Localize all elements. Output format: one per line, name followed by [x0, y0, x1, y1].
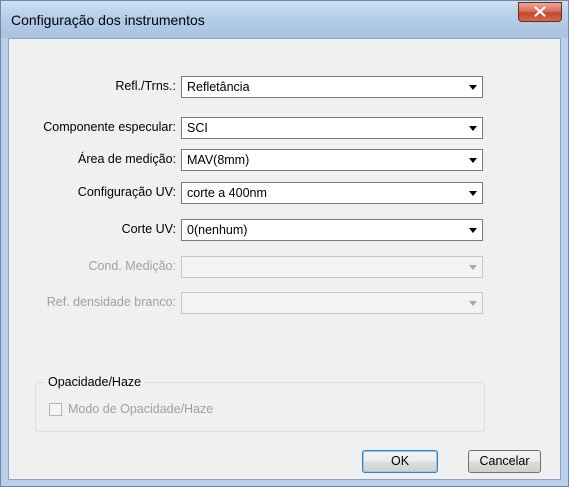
- componente-especular-select[interactable]: SCI: [181, 117, 483, 139]
- componente-especular-label: Componente especular:: [43, 120, 176, 134]
- componente-especular-value: SCI: [187, 121, 208, 135]
- ref-densidade-branco-select: [181, 292, 483, 314]
- opacidade-haze-checkbox: [49, 403, 62, 416]
- chevron-down-icon: [469, 191, 477, 196]
- refl-trns-select[interactable]: Refletância: [181, 76, 483, 98]
- title-bar[interactable]: Configuração dos instrumentos: [1, 1, 568, 38]
- opacidade-haze-checkbox-label: Modo de Opacidade/Haze: [68, 402, 214, 416]
- area-medicao-value: MAV(8mm): [187, 153, 250, 167]
- configuracao-uv-select[interactable]: corte a 400nm: [181, 182, 483, 204]
- chevron-down-icon: [469, 126, 477, 131]
- window-title: Configuração dos instrumentos: [11, 12, 205, 28]
- chevron-down-icon: [469, 158, 477, 163]
- corte-uv-select[interactable]: 0(nenhum): [181, 219, 483, 241]
- area-medicao-label: Área de medição:: [78, 152, 176, 166]
- dialog-body: Refl./Trns.: Refletância Componente espe…: [8, 38, 561, 480]
- ok-button[interactable]: OK: [362, 450, 438, 473]
- configuracao-uv-value: corte a 400nm: [187, 186, 267, 200]
- cond-medicao-label: Cond. Medição:: [88, 259, 176, 273]
- cond-medicao-select: [181, 256, 483, 278]
- corte-uv-value: 0(nenhum): [187, 223, 248, 237]
- close-button[interactable]: [518, 2, 562, 22]
- close-icon: [534, 6, 546, 17]
- refl-trns-value: Refletância: [187, 80, 250, 94]
- area-medicao-select[interactable]: MAV(8mm): [181, 149, 483, 171]
- chevron-down-icon: [469, 301, 477, 306]
- chevron-down-icon: [469, 265, 477, 270]
- chevron-down-icon: [469, 85, 477, 90]
- dialog-window: Configuração dos instrumentos Refl./Trns…: [0, 0, 569, 487]
- refl-trns-label: Refl./Trns.:: [115, 79, 176, 93]
- cancel-button[interactable]: Cancelar: [468, 450, 541, 473]
- opacidade-haze-group-title: Opacidade/Haze: [45, 375, 145, 389]
- chevron-down-icon: [469, 228, 477, 233]
- corte-uv-label: Corte UV:: [121, 222, 176, 236]
- ref-densidade-branco-label: Ref. densidade branco:: [46, 295, 176, 309]
- configuracao-uv-label: Configuração UV:: [77, 185, 176, 199]
